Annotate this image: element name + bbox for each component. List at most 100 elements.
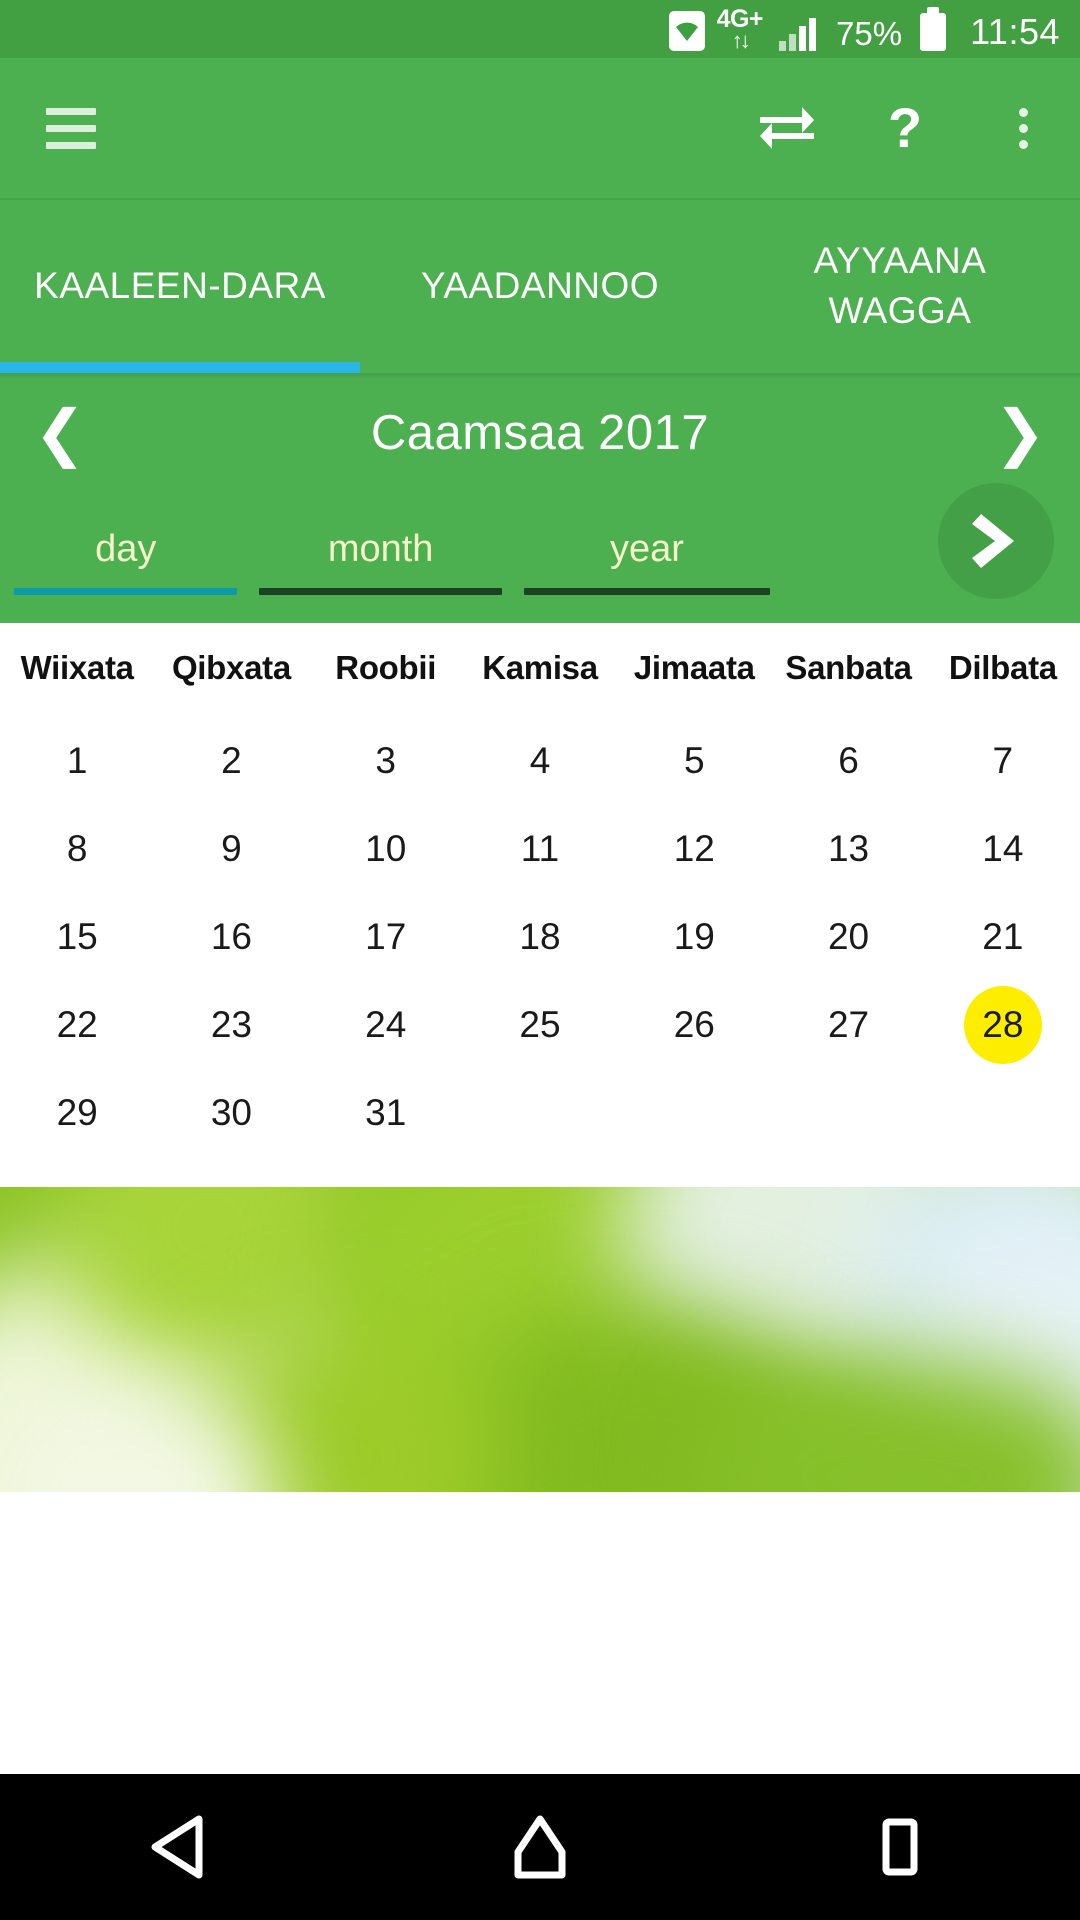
- month-input[interactable]: month: [259, 528, 502, 595]
- battery-icon: [920, 7, 947, 51]
- home-icon[interactable]: [480, 1787, 600, 1907]
- calendar-day-empty: [463, 1069, 617, 1157]
- calendar-day-cell[interactable]: 13: [771, 805, 925, 893]
- calendar-day-label: 7: [992, 740, 1014, 781]
- calendar-day-cell[interactable]: 19: [617, 893, 771, 981]
- status-bar-clock: 11:54: [970, 11, 1060, 52]
- tab-kaaleendara[interactable]: KAALEEN-DARA: [0, 199, 360, 373]
- calendar-day-label: 17: [365, 916, 407, 957]
- calendar-day-label: 18: [519, 916, 561, 957]
- blurred-green-bokeh-photo: [0, 1187, 1080, 1492]
- toolbar-actions: ?: [756, 97, 1054, 159]
- go-to-date-button[interactable]: [938, 483, 1054, 599]
- chevron-right-icon[interactable]: ❯: [994, 402, 1046, 464]
- weekday-header: Roobii: [335, 649, 437, 686]
- wifi-icon: [668, 11, 705, 51]
- month-title: Caamsaa 2017: [370, 406, 710, 460]
- calendar-day-label: 16: [210, 916, 252, 957]
- calendar-day-label: 20: [827, 916, 870, 957]
- calendar-day-cell[interactable]: 23: [154, 981, 308, 1069]
- data-transfer-icon: ↑↓: [731, 28, 751, 53]
- date-picker-row: day month year: [0, 483, 1080, 623]
- calendar-day-cell[interactable]: 10: [309, 805, 463, 893]
- calendar-day-cell[interactable]: 12: [617, 805, 771, 893]
- month-input-underline: [259, 588, 502, 595]
- weekday-header: Sanbata: [785, 649, 912, 686]
- calendar-day-cell[interactable]: 8: [0, 805, 154, 893]
- calendar-day-cell[interactable]: 28: [926, 981, 1080, 1069]
- recents-square-icon[interactable]: [840, 1787, 960, 1907]
- calendar-day-cell[interactable]: 11: [463, 805, 617, 893]
- year-input-underline: [523, 588, 771, 595]
- calendar-day-label: 26: [673, 1004, 715, 1045]
- calendar-day-cell[interactable]: 2: [154, 717, 308, 805]
- calendar-day-label: [501, 1074, 579, 1152]
- help-icon[interactable]: ?: [874, 97, 936, 159]
- calendar-day-cell[interactable]: 3: [309, 717, 463, 805]
- day-input-placeholder: day: [95, 528, 157, 570]
- calendar-day-empty: [926, 1069, 1080, 1157]
- swap-arrows-icon[interactable]: [756, 97, 818, 159]
- calendar-day-cell[interactable]: 22: [0, 981, 154, 1069]
- calendar-day-label: 1: [66, 740, 88, 781]
- chevron-left-icon[interactable]: ❮: [34, 402, 86, 464]
- calendar-day-cell[interactable]: 26: [617, 981, 771, 1069]
- weekday-header: Wiixata: [20, 649, 134, 686]
- calendar-day-cell[interactable]: 9: [154, 805, 308, 893]
- calendar-day-cell[interactable]: 6: [771, 717, 925, 805]
- month-input-placeholder: month: [327, 528, 434, 570]
- calendar-day-label: 28: [963, 986, 1042, 1064]
- calendar-day-empty: [771, 1069, 925, 1157]
- hamburger-menu-icon[interactable]: [46, 107, 96, 149]
- weekday-header: Dilbata: [948, 649, 1057, 686]
- day-input[interactable]: day: [14, 528, 238, 595]
- calendar-day-cell[interactable]: 16: [154, 893, 308, 981]
- calendar-day-label: 13: [827, 828, 870, 869]
- calendar-day-label: 4: [529, 740, 551, 781]
- calendar-day-cell[interactable]: 20: [771, 893, 925, 981]
- calendar-day-label: 11: [520, 828, 560, 869]
- calendar-day-cell[interactable]: 21: [926, 893, 1080, 981]
- tab-active-indicator: [0, 362, 360, 373]
- calendar-day-cell[interactable]: 5: [617, 717, 771, 805]
- back-triangle-icon[interactable]: [120, 1787, 240, 1907]
- calendar-day-label: 10: [365, 828, 407, 869]
- calendar-day-cell[interactable]: 24: [309, 981, 463, 1069]
- tab-yaadannoo[interactable]: YAADANNOO: [360, 199, 720, 373]
- calendar-grid-container: Wiixata Qibxata Roobii Kamisa Jimaata Sa…: [0, 623, 1080, 1187]
- calendar-day-label: 31: [365, 1092, 407, 1133]
- day-input-underline: [14, 588, 238, 595]
- year-input-placeholder: year: [609, 528, 684, 570]
- weekday-header: Qibxata: [171, 649, 291, 686]
- calendar-day-label: [964, 1074, 1042, 1152]
- calendar-day-cell[interactable]: 29: [0, 1069, 154, 1157]
- calendar-day-label: 9: [221, 828, 242, 869]
- calendar-day-cell[interactable]: 4: [463, 717, 617, 805]
- calendar-day-cell[interactable]: 27: [771, 981, 925, 1069]
- calendar-day-cell[interactable]: 31: [309, 1069, 463, 1157]
- overflow-menu-icon[interactable]: [992, 97, 1054, 159]
- calendar-day-cell[interactable]: 17: [309, 893, 463, 981]
- calendar-day-label: 22: [56, 1004, 98, 1045]
- calendar-day-cell[interactable]: 7: [926, 717, 1080, 805]
- calendar-day-cell[interactable]: 1: [0, 717, 154, 805]
- calendar-day-cell[interactable]: 18: [463, 893, 617, 981]
- calendar-day-cell[interactable]: 14: [926, 805, 1080, 893]
- battery-percent-label: 75%: [836, 15, 903, 52]
- calendar-day-label: 24: [365, 1004, 407, 1045]
- calendar-day-label: 2: [221, 740, 242, 781]
- android-navigation-bar: [0, 1774, 1080, 1920]
- calendar-day-label: [810, 1074, 888, 1152]
- calendar-day-label: 30: [210, 1092, 252, 1133]
- calendar-day-cell[interactable]: 30: [154, 1069, 308, 1157]
- calendar-day-label: 14: [982, 828, 1024, 869]
- weekday-header: Jimaata: [633, 649, 755, 686]
- weekday-header-row: Wiixata Qibxata Roobii Kamisa Jimaata Sa…: [0, 623, 1080, 695]
- calendar-days-grid: 1 2 3 4 5 6 7 8 9 10 11 12 13 14 15 16 17 18 19 20 21 22 23 24 2…: [0, 695, 1080, 1187]
- calendar-day-label: 5: [683, 740, 705, 781]
- year-input[interactable]: year: [523, 528, 771, 595]
- tab-ayyaana-wagga[interactable]: AYYAANA WAGGA: [720, 199, 1080, 373]
- calendar-day-cell[interactable]: 15: [0, 893, 154, 981]
- chevron-right-icon: [972, 514, 1014, 568]
- calendar-day-cell[interactable]: 25: [463, 981, 617, 1069]
